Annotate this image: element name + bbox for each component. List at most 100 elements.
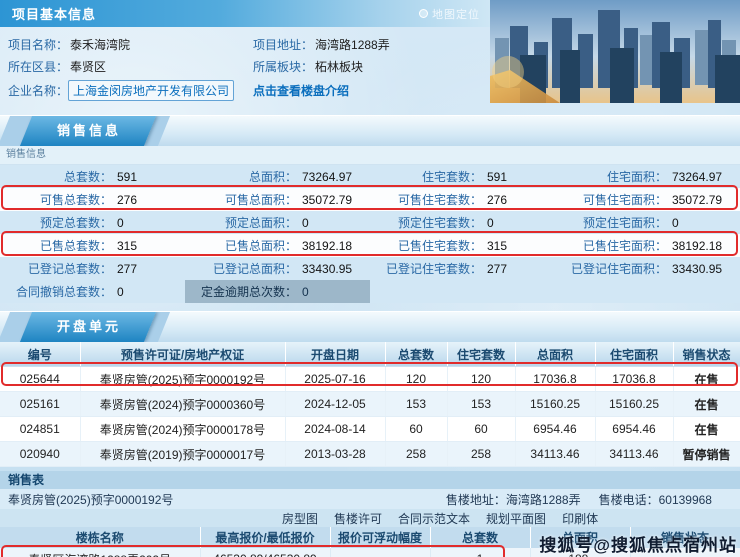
field-label: 定金逾期总次数： [185, 283, 297, 300]
link-print-version[interactable]: 印刷体 [562, 510, 598, 527]
link-sales-permit[interactable]: 售楼许可 [334, 510, 382, 527]
cell-total-area: 34113.46 [515, 442, 595, 467]
field-label: 合同撤销总套数： [0, 283, 112, 300]
open-units-row: 020940 奉贤房管(2019)预字0000017号 2013-03-28 2… [0, 442, 740, 467]
field-label: 总套数： [0, 168, 112, 185]
open-units-table: 编号 预售许可证/房地产权证 开盘日期 总套数 住宅套数 总面积 住宅面积 销售… [0, 342, 740, 467]
sales-field: 可售住宅套数：276 [370, 188, 555, 211]
watermark: 搜狐号@搜狐焦点宿州站 [539, 531, 737, 556]
field-value: 0 [302, 216, 309, 230]
col-header-total-area: 总面积 [515, 342, 595, 367]
cell-building: 奉贤区海湾路1288弄202号 [0, 548, 200, 557]
company-field: 企业名称： 上海金闵房地产开发有限公司 [0, 80, 245, 101]
sales-field: 预定总面积：0 [185, 211, 370, 234]
field-value: 0 [117, 285, 124, 299]
field-value: 315 [487, 239, 507, 253]
link-floorplan[interactable]: 房型图 [282, 510, 318, 527]
project-name-field: 项目名称： 泰禾海湾院 [0, 36, 245, 53]
link-contract-sample[interactable]: 合同示范文本 [398, 510, 470, 527]
col-header-res-area: 住宅面积 [595, 342, 673, 367]
cell-total-units: 153 [385, 392, 447, 417]
field-value: 38192.18 [672, 239, 722, 253]
cell-total-units: 258 [385, 442, 447, 467]
sales-info-subheader: 销售信息 [0, 146, 740, 165]
project-photo [490, 0, 740, 103]
col-header-status: 销售状态 [673, 342, 740, 367]
field-label: 已售住宅面积： [555, 237, 667, 254]
field-label: 已售总面积： [185, 237, 297, 254]
cell-res-area: 34113.46 [595, 442, 673, 467]
cell-license: 奉贤房管(2025)预字0000192号 [80, 367, 285, 392]
block-field: 所属板块： 柘林板块 [245, 58, 490, 75]
field-label: 已登记总面积： [185, 260, 297, 277]
tab-open-units[interactable]: 开盘单元 [30, 312, 148, 342]
map-locate-link[interactable]: 地图定位 [419, 6, 480, 22]
field-value: 276 [117, 193, 137, 207]
status-badge: 在售 [673, 367, 740, 392]
field-label: 已登记住宅套数： [370, 260, 482, 277]
col-header-res-units: 住宅套数 [447, 342, 515, 367]
status-badge: 在售 [673, 417, 740, 442]
sales-field: 已售住宅套数： 315 [370, 234, 555, 257]
col-header-license: 预售许可证/房地产权证 [80, 342, 285, 367]
sales-field: 总套数：591 [0, 165, 185, 188]
field-label: 所在区县： [8, 58, 68, 75]
sales-field: 住宅面积：73264.97 [555, 165, 740, 188]
col-header-id: 编号 [0, 342, 80, 367]
open-units-section: 开盘单元 编号 预售许可证/房地产权证 开盘日期 总套数 住宅套数 总面积 住宅… [0, 311, 740, 467]
project-field-row: 所在区县： 奉贤区 所属板块： 柘林板块 [0, 55, 490, 77]
field-label: 预定住宅面积： [555, 214, 667, 231]
sales-field: 住宅套数：591 [370, 165, 555, 188]
cell-price-float [330, 548, 430, 557]
sales-field: 已售住宅面积： 38192.18 [555, 234, 740, 257]
field-value: 0 [672, 216, 679, 230]
field-label: 企业名称： [8, 82, 68, 99]
col-header-price-range: 最高报价/最低报价 [200, 527, 330, 548]
field-value: 海湾路1288弄 [315, 36, 390, 53]
sales-field: 预定总套数：0 [0, 211, 185, 234]
field-label: 住宅面积： [555, 168, 667, 185]
project-info-section: 项目基本信息 地图定位 项目名称： 泰禾海湾院 项目地址： 海湾路1288弄 [0, 0, 740, 103]
view-intro-link[interactable]: 点击查看楼盘介绍 [253, 82, 349, 99]
cell-res-units: 120 [447, 367, 515, 392]
map-pin-icon [419, 9, 428, 18]
project-field-row: 企业名称： 上海金闵房地产开发有限公司 点击查看楼盘介绍 [0, 77, 490, 103]
col-header-price-float: 报价可浮动幅度 [330, 527, 430, 548]
sales-info-row-available: 可售总套数：276 可售总面积：35072.79 可售住宅套数：276 可售住宅… [0, 188, 740, 211]
field-label: 预定总套数： [0, 214, 112, 231]
cell-total-area: 17036.8 [515, 367, 595, 392]
sales-field: 已售总套数：315 [0, 234, 185, 257]
project-fields: 项目名称： 泰禾海湾院 项目地址： 海湾路1288弄 所在区县： 奉贤区 所属板… [0, 27, 490, 103]
field-label: 已售总套数： [0, 237, 112, 254]
status-badge: 在售 [673, 392, 740, 417]
sales-field: 合同撤销总套数： 0 [0, 280, 185, 303]
open-units-header-row: 编号 预售许可证/房地产权证 开盘日期 总套数 住宅套数 总面积 住宅面积 销售… [0, 342, 740, 367]
field-value: 276 [487, 193, 507, 207]
license-number: 奉贤房管(2025)预字0000192号 [0, 491, 446, 508]
cell-price-range: 46530.89/46530.89 [200, 548, 330, 557]
field-label: 已登记住宅面积： [555, 260, 667, 277]
sales-field: 可售住宅面积：35072.79 [555, 188, 740, 211]
sales-field: 已登记住宅套数：277 [370, 257, 555, 280]
field-value: 柘林板块 [315, 58, 363, 75]
sales-field: 总面积：73264.97 [185, 165, 370, 188]
col-header-total-units: 总套数 [430, 527, 530, 548]
field-value: 591 [487, 170, 507, 184]
field-value: 0 [302, 285, 309, 299]
field-label: 预定住宅套数： [370, 214, 482, 231]
company-link[interactable]: 上海金闵房地产开发有限公司 [68, 80, 234, 101]
tab-sales-info[interactable]: 销售信息 [30, 116, 148, 146]
project-info-title: 项目基本信息 [12, 4, 96, 23]
status-badge: 暂停销售 [673, 442, 740, 467]
sales-field: 已登记住宅面积：33430.95 [555, 257, 740, 280]
open-units-row: 025161 奉贤房管(2024)预字0000360号 2024-12-05 1… [0, 392, 740, 417]
project-address-field: 项目地址： 海湾路1288弄 [245, 36, 490, 53]
cell-license: 奉贤房管(2019)预字0000017号 [80, 442, 285, 467]
field-label: 已售住宅套数： [370, 237, 482, 254]
field-label: 已登记总套数： [0, 260, 112, 277]
project-info-header: 项目基本信息 地图定位 [0, 0, 490, 27]
sales-info-section: 销售信息 销售信息 总套数：591 总面积：73264.97 住宅套数：591 … [0, 115, 740, 303]
cell-date: 2024-12-05 [285, 392, 385, 417]
link-site-plan[interactable]: 规划平面图 [486, 510, 546, 527]
sales-field: 预定住宅套数：0 [370, 211, 555, 234]
